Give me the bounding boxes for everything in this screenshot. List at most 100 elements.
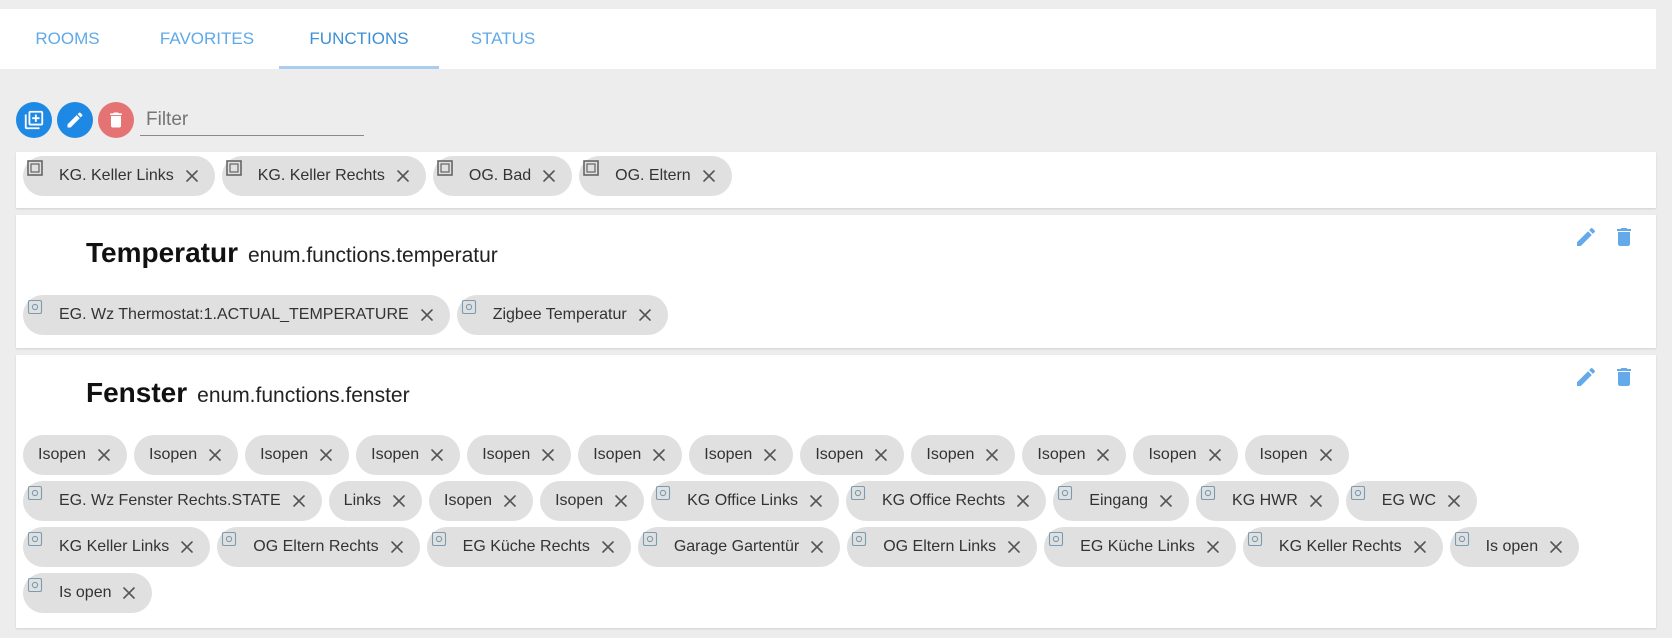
remove-chip-icon[interactable]: [763, 435, 793, 475]
remove-chip-icon[interactable]: [1206, 527, 1236, 567]
chip[interactable]: Isopen: [1244, 435, 1349, 475]
chip[interactable]: Is open: [1449, 527, 1580, 567]
remove-chip-icon[interactable]: [809, 481, 839, 521]
remove-chip-icon[interactable]: [1447, 481, 1477, 521]
remove-chip-icon[interactable]: [614, 481, 644, 521]
chip[interactable]: Isopen: [429, 481, 534, 521]
remove-chip-icon[interactable]: [1319, 435, 1349, 475]
remove-chip-icon[interactable]: [1096, 435, 1126, 475]
function-card-fenster: Fenster enum.functions.fenster Isopen Isop…: [16, 355, 1656, 628]
chip[interactable]: KG. Keller Rechts: [221, 156, 426, 196]
chip[interactable]: EG. Wz Fenster Rechts.STATE: [23, 481, 322, 521]
tab-bar: ROOMS FAVORITES FUNCTIONS STATUS: [0, 9, 1656, 69]
remove-chip-icon[interactable]: [392, 481, 422, 521]
remove-chip-icon[interactable]: [702, 156, 732, 196]
remove-chip-icon[interactable]: [652, 435, 682, 475]
chip[interactable]: KG Office Rechts: [845, 481, 1047, 521]
remove-chip-icon[interactable]: [985, 435, 1015, 475]
delete-function-button[interactable]: [1612, 225, 1636, 249]
delete-function-button[interactable]: [1612, 365, 1636, 389]
chip[interactable]: Isopen: [245, 435, 350, 475]
chip[interactable]: EG. Wz Thermostat:1.ACTUAL_TEMPERATURE: [23, 295, 450, 335]
remove-chip-icon[interactable]: [319, 435, 349, 475]
tab-status[interactable]: STATUS: [439, 9, 567, 69]
device-window-icon: [225, 160, 242, 176]
remove-chip-icon[interactable]: [185, 156, 215, 196]
remove-chip-icon[interactable]: [430, 435, 460, 475]
add-function-button[interactable]: [16, 102, 52, 138]
remove-chip-icon[interactable]: [1007, 527, 1037, 567]
pencil-icon: [67, 112, 83, 128]
remove-chip-icon[interactable]: [1549, 527, 1579, 567]
chip[interactable]: Isopen: [356, 435, 461, 475]
remove-chip-icon[interactable]: [97, 435, 127, 475]
chip[interactable]: Zigbee Temperatur: [456, 295, 668, 335]
chip[interactable]: KG Keller Rechts: [1242, 527, 1443, 567]
state-icon: [1247, 531, 1262, 547]
remove-chip-icon[interactable]: [180, 527, 210, 567]
chip[interactable]: OG Eltern Links: [847, 527, 1038, 567]
remove-chip-icon[interactable]: [420, 295, 450, 335]
chip[interactable]: EG Küche Rechts: [426, 527, 631, 567]
chip[interactable]: Isopen: [689, 435, 794, 475]
edit-function-button[interactable]: [1574, 365, 1598, 389]
chip-label: KG Office Links: [687, 492, 798, 509]
remove-chip-icon[interactable]: [638, 295, 668, 335]
tab-rooms[interactable]: ROOMS: [0, 9, 135, 69]
tab-functions[interactable]: FUNCTIONS: [279, 9, 439, 69]
chip[interactable]: Isopen: [800, 435, 905, 475]
remove-chip-icon[interactable]: [292, 481, 322, 521]
function-name: Temperatur: [86, 237, 238, 268]
chip[interactable]: Isopen: [1133, 435, 1238, 475]
chip[interactable]: Isopen: [1022, 435, 1127, 475]
chip[interactable]: Isopen: [911, 435, 1016, 475]
remove-chip-icon[interactable]: [542, 156, 572, 196]
chip[interactable]: Eingang: [1053, 481, 1190, 521]
chip-label: EG Küche Links: [1080, 538, 1195, 555]
filter-input[interactable]: [140, 104, 364, 136]
chip[interactable]: Is open: [23, 573, 153, 613]
chip[interactable]: EG Küche Links: [1044, 527, 1236, 567]
chip[interactable]: Isopen: [578, 435, 683, 475]
chip[interactable]: KG HWR: [1196, 481, 1339, 521]
chip[interactable]: Links: [328, 481, 423, 521]
delete-button[interactable]: [98, 102, 134, 138]
chip-label: Is open: [1485, 538, 1539, 555]
remove-chip-icon[interactable]: [541, 435, 571, 475]
remove-chip-icon[interactable]: [810, 527, 840, 567]
chip[interactable]: Isopen: [23, 435, 128, 475]
remove-chip-icon[interactable]: [503, 481, 533, 521]
remove-chip-icon[interactable]: [1413, 527, 1443, 567]
chip[interactable]: Isopen: [134, 435, 239, 475]
chip[interactable]: Garage Gartentür: [637, 527, 841, 567]
remove-chip-icon[interactable]: [874, 435, 904, 475]
remove-chip-icon[interactable]: [390, 527, 420, 567]
chip[interactable]: Isopen: [540, 481, 645, 521]
remove-chip-icon[interactable]: [1309, 481, 1339, 521]
edit-function-button[interactable]: [1574, 225, 1598, 249]
remove-chip-icon[interactable]: [1016, 481, 1046, 521]
chip-label: OG Eltern Rechts: [253, 538, 379, 555]
device-window-icon: [437, 160, 453, 176]
remove-chip-icon[interactable]: [1208, 435, 1238, 475]
chip[interactable]: OG Eltern Rechts: [217, 527, 420, 567]
chip[interactable]: KG. Keller Links: [23, 156, 215, 196]
function-card-partial: KG. Keller Links KG. Keller Rechts OG. Bad…: [16, 152, 1656, 208]
chip-label: KG Keller Rechts: [1278, 538, 1402, 555]
remove-chip-icon[interactable]: [1159, 481, 1189, 521]
chip[interactable]: EG WC: [1345, 481, 1478, 521]
remove-chip-icon[interactable]: [601, 527, 631, 567]
chip[interactable]: OG. Eltern: [579, 156, 732, 196]
chip-label: Isopen: [704, 446, 753, 463]
function-title: Fenster enum.functions.fenster: [86, 377, 410, 409]
chip[interactable]: KG Keller Links: [23, 527, 211, 567]
remove-chip-icon[interactable]: [208, 435, 238, 475]
pencil-icon: [1577, 227, 1596, 246]
tab-favorites[interactable]: FAVORITES: [135, 9, 279, 69]
remove-chip-icon[interactable]: [122, 573, 152, 613]
remove-chip-icon[interactable]: [396, 156, 426, 196]
chip[interactable]: KG Office Links: [651, 481, 839, 521]
edit-button[interactable]: [57, 102, 93, 138]
chip[interactable]: Isopen: [467, 435, 572, 475]
chip[interactable]: OG. Bad: [432, 156, 573, 196]
